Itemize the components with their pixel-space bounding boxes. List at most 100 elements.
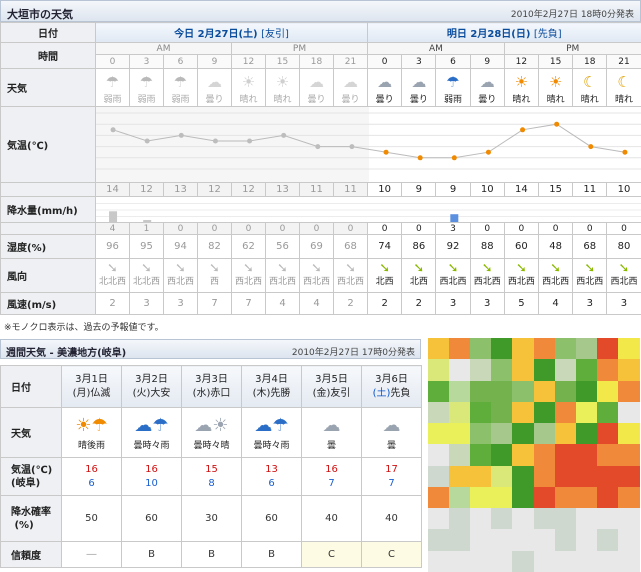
mosaic-tile xyxy=(575,550,598,572)
weekly-temp-cell: 16 7 xyxy=(301,457,362,496)
weekly-date-cell: 3月5日 (金)友引 xyxy=(301,365,362,408)
mosaic-tile xyxy=(596,380,619,403)
cloud-icon: ☁ xyxy=(309,72,324,91)
weekly-issued-time: 2010年2月27日 17時0分発表 xyxy=(291,348,415,358)
weekly-reliability-value: B xyxy=(181,541,242,568)
hour-cell: 9 xyxy=(197,54,232,69)
weather-text: 曇 xyxy=(326,441,336,451)
mosaic-tile xyxy=(617,529,640,552)
weather-text: 晴れ xyxy=(512,94,531,105)
mosaic-tile xyxy=(512,550,535,572)
wind-dir-text: 西北西 xyxy=(234,277,262,287)
temp-high: 15 xyxy=(205,463,218,475)
weather-cell: ☁ 曇り xyxy=(401,68,437,107)
past-shade xyxy=(164,107,198,183)
weather-cell: ☀ 晴れ xyxy=(265,68,300,107)
temp-value: 9 xyxy=(435,182,471,197)
weekly-reliability-value: C xyxy=(361,541,422,568)
weekly-temp-cell: 13 6 xyxy=(241,457,302,496)
mosaic-tile xyxy=(575,423,598,446)
mosaic-tile xyxy=(554,338,577,360)
mosaic-tile xyxy=(533,508,556,531)
past-shade xyxy=(267,107,301,183)
weekly-weather-cell: ☀☂ 晴後雨 xyxy=(61,407,122,458)
mosaic-tile xyxy=(491,465,514,488)
mosaic-tile xyxy=(596,529,619,552)
wind-dir-text: 西北西 xyxy=(302,277,330,287)
weekly-weather-cell: ☁☂ 曇時々雨 xyxy=(121,407,182,458)
weather-text: 曇り xyxy=(478,94,497,105)
weather-text: 弱雨 xyxy=(137,94,156,105)
wind-arrow-icon: ➘ xyxy=(107,261,118,276)
temp-chart-cell xyxy=(95,106,641,183)
weekly-label-date: 日付 xyxy=(0,365,62,408)
temperature-chart xyxy=(96,107,641,183)
rokuyo-text: 仏滅 xyxy=(90,387,111,399)
mosaic-tile xyxy=(575,359,598,382)
wind-arrow-icon: ➘ xyxy=(311,261,322,276)
mosaic-tile xyxy=(575,486,598,509)
weather-text: 曇り xyxy=(341,94,360,105)
wind-dir-cell: ➘ 北北西 xyxy=(129,258,164,293)
precip-value: 0 xyxy=(537,222,574,235)
temp-value: 11 xyxy=(332,182,369,197)
umbrella-icon: ☂ xyxy=(173,72,188,91)
precip-value: 0 xyxy=(265,222,300,235)
mosaic-tile xyxy=(554,380,577,403)
weekly-pop-value: 60 xyxy=(121,495,182,542)
mosaic-tile xyxy=(449,529,472,552)
weather-text: 弱雨 xyxy=(444,94,463,105)
wind-dir-cell: ➘ 西北西 xyxy=(265,258,300,293)
precip-value: 0 xyxy=(299,222,334,235)
wind-dir-cell: ➘ 西北西 xyxy=(469,258,505,293)
precip-value: 0 xyxy=(367,222,403,235)
mosaic-tile xyxy=(491,401,514,424)
wind-speed-value: 2 xyxy=(332,292,369,315)
humidity-value: 82 xyxy=(197,234,232,259)
mosaic-tile xyxy=(449,550,472,572)
wind-arrow-icon: ➘ xyxy=(584,261,596,276)
rokuyo-link[interactable]: [友引] xyxy=(261,29,289,40)
mosaic-tile xyxy=(596,359,619,382)
precip-value: 0 xyxy=(606,222,641,235)
temp-low: 7 xyxy=(328,477,335,489)
hour-cell: 0 xyxy=(95,54,130,69)
humidity-value: 94 xyxy=(163,234,198,259)
mosaic-tile xyxy=(617,338,640,360)
mosaic-tile xyxy=(533,359,556,382)
hour-cell: 18 xyxy=(299,54,334,69)
humidity-value: 96 xyxy=(95,234,130,259)
precip-value: 0 xyxy=(469,222,505,235)
mosaic-advertisement[interactable] xyxy=(428,338,640,572)
wind-dir-text: 西北西 xyxy=(166,277,194,287)
weekly-date-cell: 3月3日 (水)赤口 xyxy=(181,365,242,408)
sun-rain-icon: ☀☂ xyxy=(75,415,108,436)
mosaic-tile xyxy=(491,486,514,509)
mosaic-tile xyxy=(491,359,514,382)
mosaic-tile xyxy=(512,486,535,509)
hour-cell: 6 xyxy=(435,54,471,69)
moon-icon: ☾ xyxy=(617,72,631,91)
cloud-icon: ☁ xyxy=(377,72,393,91)
mosaic-tile xyxy=(575,508,598,531)
weather-cell: ☁ 曇り xyxy=(332,68,369,107)
wind-dir-cell: ➘ 北西 xyxy=(401,258,437,293)
mosaic-tile xyxy=(554,508,577,531)
rokuyo-link[interactable]: [先負] xyxy=(534,29,562,40)
temp-low: 7 xyxy=(388,477,395,489)
weather-text: 曇時々雨 xyxy=(253,441,290,451)
mosaic-tile xyxy=(596,550,619,572)
mosaic-tile xyxy=(470,423,493,446)
weather-text: 弱雨 xyxy=(103,94,122,105)
wind-dir-cell: ➘ 北西 xyxy=(367,258,403,293)
wind-arrow-icon: ➘ xyxy=(447,261,459,276)
page-header: 大垣市の天気 2010年2月27日 18時0分発表 xyxy=(0,0,641,22)
wind-dir-cell: ➘ 西北西 xyxy=(332,258,369,293)
wind-dir-text: 西 xyxy=(209,277,219,287)
wind-arrow-icon: ➘ xyxy=(277,261,288,276)
mosaic-tile xyxy=(449,401,472,424)
wind-dir-cell: ➘ 北北西 xyxy=(95,258,130,293)
weekly-title: 週間天気 - 美濃地方(岐阜) xyxy=(6,348,127,359)
wind-speed-value: 4 xyxy=(299,292,334,315)
weekday-text: (火) xyxy=(132,387,151,399)
